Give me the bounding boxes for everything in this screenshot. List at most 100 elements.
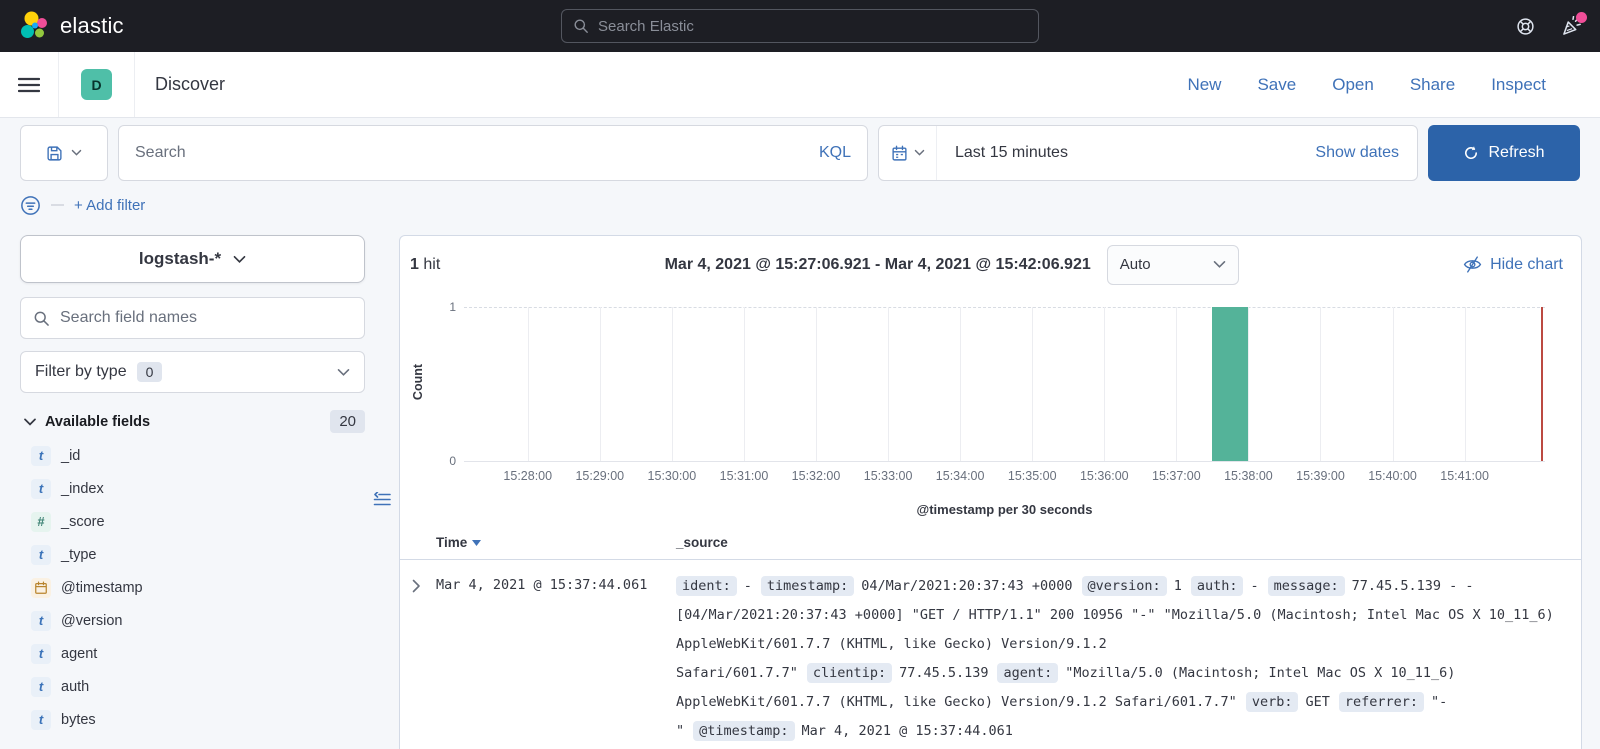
field-item-_score[interactable]: #_score [20, 511, 365, 532]
chart-x-tick: 15:32:00 [792, 469, 841, 483]
action-new-button[interactable]: New [1187, 75, 1221, 95]
time-range-display[interactable]: Last 15 minutes [937, 144, 1068, 162]
date-quick-menu-button[interactable] [879, 126, 937, 180]
help-icon [1516, 17, 1535, 36]
index-pattern-switcher[interactable]: logstash-* [20, 235, 365, 283]
field-search-box[interactable] [20, 297, 365, 339]
sort-descending-icon[interactable] [472, 540, 481, 546]
source-field-key: verb: [1246, 692, 1299, 712]
filter-menu-button[interactable] [20, 195, 41, 216]
chart-x-tick: 15:39:00 [1296, 469, 1345, 483]
help-menu-button[interactable] [1516, 17, 1535, 36]
field-item-@timestamp[interactable]: @timestamp [20, 577, 365, 598]
action-open-button[interactable]: Open [1332, 75, 1374, 95]
field-type-number-icon: # [31, 512, 51, 532]
app-nav-bar: D Discover New Save Open Share Inspect [0, 52, 1600, 118]
hit-count: 1 hit [410, 256, 440, 274]
index-pattern-label: logstash-* [139, 249, 221, 269]
divider [134, 52, 135, 117]
source-field-value: - [744, 578, 752, 594]
field-search-input[interactable] [60, 309, 352, 327]
save-icon [46, 145, 63, 162]
show-dates-button[interactable]: Show dates [1315, 144, 1417, 162]
field-item-_id[interactable]: t _id [20, 445, 365, 466]
field-item-_index[interactable]: t _index [20, 478, 365, 499]
main-menu-button[interactable] [0, 52, 58, 117]
header-actions: New Save Open Share Inspect [1187, 75, 1546, 95]
field-type-string-icon: t [31, 644, 51, 664]
source-field-key: clientip: [807, 663, 892, 683]
source-field-key: ident: [676, 576, 737, 596]
chevron-down-icon [71, 149, 82, 157]
discover-app-badge[interactable]: D [81, 69, 112, 100]
action-save-button[interactable]: Save [1257, 75, 1296, 95]
filter-divider [51, 204, 64, 206]
chart-gridline [1104, 307, 1105, 461]
action-inspect-button[interactable]: Inspect [1491, 75, 1546, 95]
source-column-header: _source [676, 535, 728, 550]
query-input[interactable] [135, 144, 807, 162]
field-item-agent[interactable]: tagent [20, 643, 365, 664]
field-name: _id [61, 448, 80, 464]
field-item-@version[interactable]: t @version [20, 610, 365, 631]
field-name: bytes [61, 712, 96, 728]
source-field-value: 1 [1174, 578, 1182, 594]
field-item-bytes[interactable]: tbytes [20, 709, 365, 730]
chart-gridline [1248, 307, 1249, 461]
field-name: agent [61, 646, 97, 662]
page-title: Discover [155, 74, 225, 95]
doc-rows: Mar 4, 2021 @ 15:37:44.061ident:-timesta… [400, 560, 1581, 746]
field-type-string-icon: t [31, 446, 51, 466]
chart-gridline [600, 307, 601, 461]
chart-x-tick: 15:34:00 [936, 469, 985, 483]
interval-select[interactable]: Auto [1107, 245, 1239, 285]
add-filter-button[interactable]: + Add filter [74, 197, 145, 214]
field-item-auth[interactable]: tauth [20, 676, 365, 697]
refresh-label: Refresh [1488, 144, 1544, 162]
current-time-marker [1541, 307, 1543, 461]
source-field-key: referrer: [1339, 692, 1424, 712]
field-type-string-icon: t [31, 611, 51, 631]
query-input-box[interactable]: KQL [118, 125, 868, 181]
field-list: t_idt_index#_scoret_type@timestampt@vers… [20, 445, 365, 730]
chevron-down-icon [1213, 260, 1226, 269]
filter-by-type-button[interactable]: Filter by type 0 [20, 351, 365, 393]
source-field-value: - [1250, 578, 1258, 594]
elastic-logo-icon [18, 10, 50, 42]
field-item-_type[interactable]: t_type [20, 544, 365, 565]
global-search-box[interactable] [561, 9, 1039, 43]
available-fields-label: Available fields [45, 414, 150, 430]
chart-time-range: Mar 4, 2021 @ 15:27:06.921 - Mar 4, 2021… [665, 256, 1091, 274]
refresh-button[interactable]: Refresh [1428, 125, 1580, 181]
saved-query-button[interactable] [20, 125, 108, 181]
expand-row-button[interactable] [400, 572, 436, 746]
field-name: @version [61, 613, 122, 629]
refresh-icon [1463, 145, 1479, 161]
time-column-header[interactable]: Time [436, 535, 467, 550]
chart-x-tick: 15:36:00 [1080, 469, 1129, 483]
divider [58, 52, 59, 117]
field-name: @timestamp [61, 580, 143, 596]
available-fields-header[interactable]: Available fields 20 [20, 410, 365, 433]
source-field-key: agent: [997, 663, 1058, 683]
global-search-input[interactable] [598, 18, 1027, 35]
field-name: _index [61, 481, 104, 497]
search-icon [573, 18, 589, 34]
field-name: _type [61, 547, 96, 563]
collapse-sidebar-button[interactable] [373, 243, 391, 749]
row-time: Mar 4, 2021 @ 15:37:44.061 [436, 572, 676, 746]
discover-content: logstash-* Filter by type 0 Available fi… [0, 229, 1600, 749]
action-share-button[interactable]: Share [1410, 75, 1455, 95]
hide-chart-button[interactable]: Hide chart [1463, 256, 1563, 274]
table-row: Mar 4, 2021 @ 15:37:44.061ident:-timesta… [400, 560, 1581, 746]
query-language-button[interactable]: KQL [807, 144, 851, 162]
newsfeed-button[interactable] [1561, 16, 1582, 37]
results-header: 1 hit Mar 4, 2021 @ 15:27:06.921 - Mar 4… [400, 236, 1581, 293]
field-type-string-icon: t [31, 479, 51, 499]
filter-bar: + Add filter [0, 189, 1600, 229]
histogram-bar[interactable] [1212, 307, 1248, 461]
elastic-brand[interactable]: elastic [18, 10, 124, 42]
chart-x-tick: 15:41:00 [1440, 469, 1489, 483]
chart-gridline [528, 307, 529, 461]
source-field-key: timestamp: [761, 576, 854, 596]
